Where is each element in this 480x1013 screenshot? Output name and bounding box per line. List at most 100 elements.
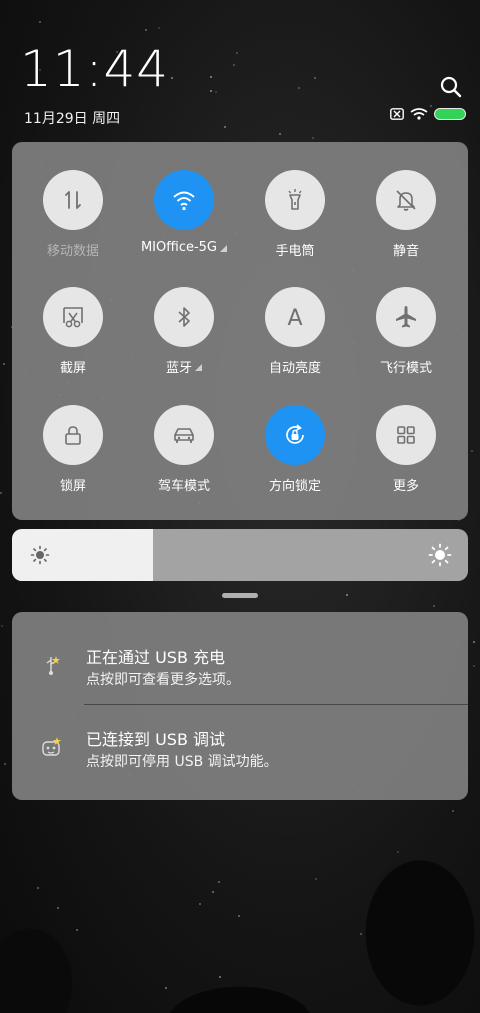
qs-tile-rotation-lock[interactable]: 方向锁定 <box>245 405 345 494</box>
rotation-lock-icon <box>281 421 309 449</box>
qs-tile-mute-bell[interactable]: 静音 <box>356 170 456 259</box>
auto-brightness-icon: A <box>281 303 309 331</box>
qs-tile-car[interactable]: 驾车模式 <box>134 405 234 494</box>
star <box>4 763 6 765</box>
qs-tile-label: 静音 <box>393 240 419 259</box>
star <box>210 90 212 92</box>
car-icon <box>170 421 198 449</box>
qs-tile-label-text: 蓝牙 <box>165 361 192 376</box>
expand-caret-icon[interactable] <box>220 245 228 252</box>
qs-tile-label: 方向锁定 <box>269 475 321 494</box>
qs-tile-label: 锁屏 <box>60 475 86 494</box>
star <box>215 91 217 93</box>
qs-tile-button[interactable] <box>154 405 214 465</box>
screenshot-scissors-icon <box>59 303 87 331</box>
star <box>233 64 235 66</box>
flashlight-icon <box>281 186 309 214</box>
star <box>158 27 160 29</box>
qs-tile-label-text: 更多 <box>392 479 419 494</box>
qs-tile-grid[interactable]: 更多 <box>356 405 456 494</box>
grid-icon <box>392 421 420 449</box>
star <box>3 363 5 365</box>
qs-tile-label-text: 自动亮度 <box>268 361 321 376</box>
qs-tile-label: 更多 <box>393 475 419 494</box>
quick-settings-panel: 移动数据 MIOffice-5G 手电筒 静音截屏 蓝牙 A 自动亮度 飞行模式锁屏 驾车模式 方… <box>12 142 468 520</box>
qs-tile-mobile-data[interactable]: 移动数据 <box>23 170 123 259</box>
star <box>1 625 3 627</box>
date: 11月29日 周四 <box>24 111 121 127</box>
qs-tile-label: 驾车模式 <box>158 475 210 494</box>
sim-absent-icon <box>390 108 404 120</box>
qs-tile-button[interactable] <box>43 170 103 230</box>
qs-tile-label: 蓝牙 <box>166 357 202 376</box>
qs-tile-label-text: 方向锁定 <box>268 479 321 494</box>
qs-tile-button[interactable] <box>376 287 436 347</box>
star <box>473 641 475 643</box>
airplane-icon <box>392 303 420 331</box>
notification-title: 已连接到 USB 调试 <box>86 730 226 749</box>
qs-tile-button[interactable] <box>376 405 436 465</box>
qs-tile-button[interactable] <box>154 170 214 230</box>
qs-tile-button[interactable] <box>43 405 103 465</box>
qs-tile-button[interactable] <box>265 405 325 465</box>
notification-title: 正在通过 USB 充电 <box>86 648 226 667</box>
bluetooth-icon <box>170 303 198 331</box>
star <box>430 105 432 107</box>
usb-debug-icon <box>42 737 61 756</box>
qs-tile-auto-brightness[interactable]: A 自动亮度 <box>245 287 345 376</box>
qs-tile-screenshot-scissors[interactable]: 截屏 <box>23 287 123 376</box>
qs-tile-label-text: 锁屏 <box>59 479 86 494</box>
qs-tile-button[interactable] <box>154 287 214 347</box>
brightness-low-icon <box>30 545 50 565</box>
qs-tile-label-text: 移动数据 <box>46 244 99 259</box>
qs-tile-label-text: MIOffice-5G <box>140 240 218 255</box>
status-icons <box>390 108 466 120</box>
qs-tile-label-text: 手电筒 <box>275 244 315 259</box>
star <box>471 450 473 452</box>
qs-tile-button[interactable]: A <box>265 287 325 347</box>
star <box>0 492 2 494</box>
mute-bell-icon <box>392 186 420 214</box>
qs-tile-label: MIOffice-5G <box>140 240 228 255</box>
qs-tile-label-text: 静音 <box>392 244 419 259</box>
qs-tile-airplane[interactable]: 飞行模式 <box>356 287 456 376</box>
qs-tile-button[interactable] <box>43 287 103 347</box>
star <box>224 126 226 128</box>
star <box>279 133 281 135</box>
star <box>298 87 300 89</box>
qs-tile-wifi[interactable]: MIOffice-5G <box>134 170 234 255</box>
star <box>39 21 41 23</box>
qs-tile-label-text: 驾车模式 <box>157 479 210 494</box>
search-icon <box>440 76 462 98</box>
qs-tile-flashlight[interactable]: 手电筒 <box>245 170 345 259</box>
wifi-icon <box>170 186 198 214</box>
search-button[interactable] <box>438 74 464 100</box>
star <box>312 137 314 139</box>
star <box>433 605 435 607</box>
svg-text:A: A <box>287 306 302 331</box>
qs-tile-button[interactable] <box>376 170 436 230</box>
star <box>236 52 238 54</box>
expand-caret-icon[interactable] <box>195 364 202 371</box>
drag-handle[interactable] <box>222 593 258 598</box>
qs-tile-bluetooth[interactable]: 蓝牙 <box>134 287 234 376</box>
qs-tile-lock[interactable]: 锁屏 <box>23 405 123 494</box>
qs-tile-label: 截屏 <box>60 357 86 376</box>
qs-tile-label: 手电筒 <box>275 240 314 259</box>
qs-tile-label: 自动亮度 <box>269 357 321 376</box>
brightness-slider[interactable] <box>12 529 468 581</box>
qs-tile-label: 飞行模式 <box>380 357 432 376</box>
qs-tile-button[interactable] <box>265 170 325 230</box>
notification-subtitle: 点按即可停用 USB 调试功能。 <box>86 754 278 770</box>
star <box>210 76 212 78</box>
star <box>171 77 173 79</box>
notification-panel: 正在通过 USB 充电 点按即可查看更多选项。 已连接到 USB 调试 点按即可… <box>12 612 468 800</box>
clock: 11:44 <box>20 40 170 98</box>
qs-tile-label-text: 飞行模式 <box>379 361 432 376</box>
star <box>473 665 475 667</box>
star <box>346 594 348 596</box>
battery-icon <box>434 108 466 120</box>
notification-usb-charging[interactable]: 正在通过 USB 充电 点按即可查看更多选项。 <box>12 612 468 692</box>
notification-usb-debug[interactable]: 已连接到 USB 调试 点按即可停用 USB 调试功能。 <box>12 694 468 774</box>
qs-tile-label: 移动数据 <box>47 240 99 259</box>
